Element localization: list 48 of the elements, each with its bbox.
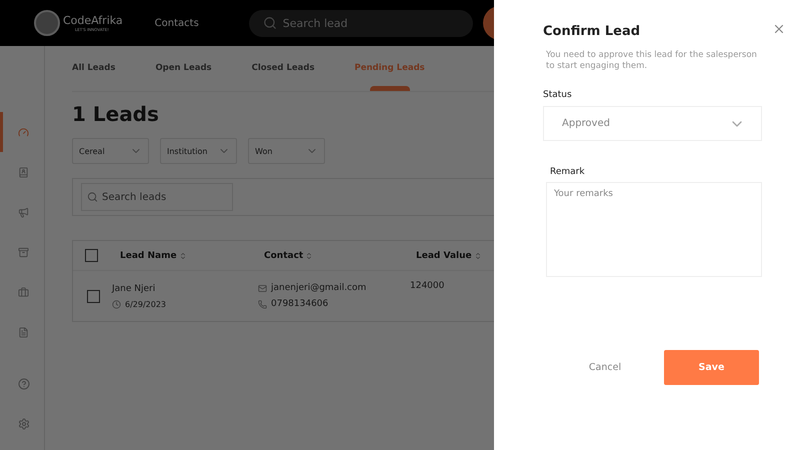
archive-icon	[18, 246, 29, 258]
logo-name: CodeAfrika	[63, 14, 123, 26]
document-icon	[18, 326, 29, 338]
lead-name: Jane Njeri	[112, 284, 156, 294]
filter-dropdown[interactable]: Won	[248, 138, 325, 164]
tab[interactable]: Closed Leads	[252, 46, 315, 91]
lead-date: 6/29/2023	[125, 300, 166, 308]
search-leads-field[interactable]: Search leads	[81, 183, 233, 211]
panel-title: Confirm Lead	[543, 24, 640, 39]
address-book-icon	[18, 166, 29, 178]
save-button[interactable]: Save	[664, 350, 759, 385]
globe-logo-icon	[34, 10, 60, 36]
page-title: 1 Leads	[72, 102, 160, 126]
settings-icon	[18, 418, 30, 430]
tab[interactable]: Pending Leads	[354, 46, 425, 91]
briefcase-icon	[18, 286, 29, 298]
remark-label: Remark	[550, 167, 586, 177]
tab[interactable]: Open Leads	[155, 46, 212, 91]
column-header[interactable]: Lead Name	[120, 250, 264, 260]
help-icon	[18, 378, 30, 390]
lead-phone: 0798134606	[271, 299, 328, 309]
lead-email: janenjeri@gmail.com	[271, 283, 366, 293]
section-title: Contacts	[154, 18, 199, 28]
mail-icon	[258, 284, 267, 292]
sort-icon	[305, 252, 314, 260]
phone-icon	[258, 300, 267, 308]
search-icon	[262, 16, 277, 30]
row-checkbox[interactable]	[87, 290, 100, 302]
tab[interactable]: All Leads	[72, 46, 116, 91]
select-all-checkbox[interactable]	[85, 249, 98, 262]
megaphone-icon	[18, 206, 29, 218]
search-field[interactable]: Search lead	[248, 10, 473, 36]
panel-description: You need to approve this lead for the salesperson to start engaging them.	[546, 50, 758, 72]
status-label: Status	[543, 90, 573, 100]
clock-icon	[112, 300, 121, 308]
sort-icon	[474, 252, 482, 260]
filter-dropdown[interactable]: Institution	[160, 138, 237, 164]
remark-field[interactable]: Your remarks	[546, 182, 762, 277]
filter-dropdown[interactable]: Cereal	[72, 138, 149, 164]
column-header[interactable]: Contact	[264, 250, 416, 260]
status-dropdown[interactable]: Approved	[543, 106, 762, 141]
lead-value: 124000	[410, 281, 446, 291]
close-icon[interactable]	[772, 22, 786, 36]
gauge-icon	[18, 126, 29, 138]
cancel-button[interactable]: Cancel	[546, 350, 664, 385]
column-header[interactable]: Lead Value	[416, 250, 494, 260]
sort-icon	[178, 252, 187, 260]
search-icon	[87, 192, 98, 202]
